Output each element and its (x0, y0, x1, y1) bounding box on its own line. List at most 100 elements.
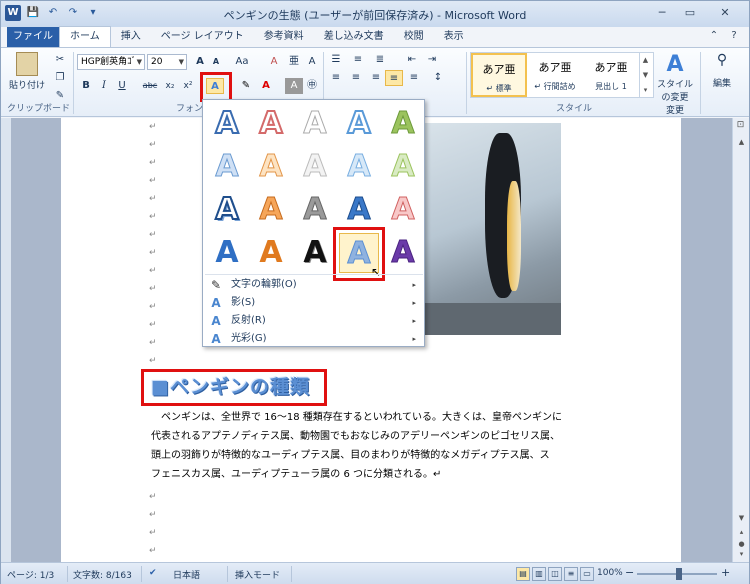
ruler-toggle-icon[interactable]: ⊡ (733, 120, 748, 134)
effect-solid-purple[interactable]: A (383, 233, 423, 273)
tab-file[interactable]: ファイル (7, 27, 59, 47)
menu-item-glow[interactable]: A 光彩(G) ▸ (203, 330, 424, 348)
effect-outline-red[interactable]: A (251, 104, 291, 144)
align-center-icon[interactable]: ≡ (347, 70, 365, 86)
align-left-icon[interactable]: ≡ (327, 70, 345, 86)
next-page-icon[interactable]: ▾ (735, 550, 748, 562)
font-name-combo[interactable]: HGP創英角ｺﾞ ▼ (77, 54, 145, 70)
subscript-button[interactable]: x₂ (161, 78, 179, 94)
superscript-button[interactable]: x² (179, 78, 197, 94)
highlight-color-icon[interactable]: ✎ (237, 78, 255, 94)
body-line: ペンギンは、全世界で 16～18 種類存在するといわれている。大きくは、皇帝ペン… (161, 412, 563, 423)
phonetic-guide-icon[interactable]: 亜 (285, 54, 303, 70)
scroll-down-icon[interactable]: ▼ (643, 71, 648, 79)
full-screen-reading-icon[interactable]: ▥ (532, 567, 546, 581)
status-language[interactable]: 日本語 (173, 568, 200, 581)
line-spacing-icon[interactable]: ↕ (429, 70, 447, 86)
print-layout-view-icon[interactable]: ▤ (516, 567, 530, 581)
collapse-ribbon-icon[interactable]: ⌃ (707, 29, 721, 43)
menu-item-shadow[interactable]: A 影(S) ▸ (203, 294, 424, 312)
multilevel-list-icon[interactable]: ≣ (371, 52, 389, 68)
minimize-button[interactable]: ─ (649, 4, 675, 22)
underline-button[interactable]: U (113, 78, 131, 94)
web-layout-icon[interactable]: ◫ (548, 567, 562, 581)
effect-light-orange[interactable]: A (251, 147, 291, 187)
effect-light-gray[interactable]: A (295, 147, 335, 187)
effect-light-green[interactable]: A (383, 147, 423, 187)
change-case-icon[interactable]: Aa (233, 54, 251, 70)
strikethrough-button[interactable]: abc (141, 78, 159, 94)
clear-formatting-icon[interactable]: A (265, 54, 283, 70)
status-page[interactable]: ページ: 1/3 (7, 568, 54, 581)
style-normal[interactable]: あア亜 ↵ 標準 (471, 53, 527, 97)
tab-view[interactable]: 表示 (434, 27, 474, 47)
close-button[interactable]: ✕ (705, 4, 745, 22)
penguin-image[interactable] (421, 123, 561, 335)
effect-solid-orange[interactable]: A (251, 233, 291, 273)
scroll-down-icon[interactable]: ▼ (735, 514, 748, 526)
enclose-characters-icon[interactable]: ㊥ (303, 78, 321, 94)
document-body[interactable]: ペンギンは、全世界で 16～18 種類存在するといわれている。大きくは、皇帝ペン… (151, 408, 591, 484)
effect-gradient-gray[interactable]: A (295, 190, 335, 230)
styles-gallery-scroll[interactable]: ▲ ▼ ▾ (639, 53, 651, 97)
character-border-icon[interactable]: A (303, 54, 321, 70)
paragraph-mark: ↵ (149, 140, 157, 150)
tab-insert[interactable]: 挿入 (111, 27, 151, 47)
cut-icon[interactable]: ✂ (51, 52, 69, 68)
effect-outline-gray[interactable]: A (295, 104, 335, 144)
effect-gradient-pink[interactable]: A (383, 190, 423, 230)
tab-page-layout[interactable]: ページ レイアウト (151, 27, 254, 47)
status-word-count[interactable]: 文字数: 8/163 (73, 568, 132, 581)
shrink-font-icon[interactable]: A (207, 54, 225, 70)
effect-solid-black[interactable]: A (295, 233, 335, 273)
effect-outline-blue[interactable]: A (207, 104, 247, 144)
effect-fill-green[interactable]: A (383, 104, 423, 144)
style-no-spacing[interactable]: あア亜 ↵ 行間詰め (527, 53, 583, 97)
bullets-icon[interactable]: ☰ (327, 52, 345, 68)
effect-solid-blue[interactable]: A (207, 233, 247, 273)
increase-indent-icon[interactable]: ⇥ (423, 52, 441, 68)
effect-outline-lightblue[interactable]: A (339, 104, 379, 144)
proofing-icon[interactable]: ✔ (149, 568, 157, 578)
align-right-icon[interactable]: ≡ (367, 70, 385, 86)
tab-review[interactable]: 校閲 (394, 27, 434, 47)
maximize-button[interactable]: ▭ (677, 4, 703, 22)
help-icon[interactable]: ? (727, 29, 741, 43)
editing-button[interactable]: ⚲ 編集 (704, 52, 740, 89)
tab-mailings[interactable]: 差し込み文書 (314, 27, 394, 47)
menu-item-reflection[interactable]: A 反射(R) ▸ (203, 312, 424, 330)
font-color-icon[interactable]: A (257, 78, 275, 94)
italic-button[interactable]: I (95, 78, 113, 94)
numbering-icon[interactable]: ≡ (349, 52, 367, 68)
draft-view-icon[interactable]: ▭ (580, 567, 594, 581)
distributed-icon[interactable]: ≡ (405, 70, 423, 86)
more-icon[interactable]: ▾ (644, 86, 648, 94)
previous-page-icon[interactable]: ▴ (735, 528, 748, 540)
vertical-scrollbar[interactable]: ⊡ ▲ ▼ ▴ ● ▾ (732, 118, 749, 562)
menu-item-outline[interactable]: ✎ 文字の輪郭(O) ▸ (203, 276, 424, 294)
paste-button[interactable]: 貼り付け (9, 52, 45, 92)
zoom-out-button[interactable]: − (625, 566, 634, 579)
scroll-up-icon[interactable]: ▲ (735, 138, 748, 150)
status-insert-mode[interactable]: 挿入モード (235, 568, 280, 581)
bold-button[interactable]: B (77, 78, 95, 94)
decrease-indent-icon[interactable]: ⇤ (403, 52, 421, 68)
change-styles-button[interactable]: A スタイルの変更 変更 (655, 52, 695, 116)
character-shading-icon[interactable]: A (285, 78, 303, 94)
effect-gradient-blue[interactable]: A (339, 190, 379, 230)
tab-home[interactable]: ホーム (59, 26, 111, 47)
scroll-up-icon[interactable]: ▲ (643, 56, 648, 64)
effect-light-blue[interactable]: A (207, 147, 247, 187)
style-heading-1[interactable]: あア亜 見出し 1 (583, 53, 639, 97)
outline-view-icon[interactable]: ≡ (564, 567, 578, 581)
effect-shadow-navy[interactable]: A (207, 190, 247, 230)
effect-light-sky[interactable]: A (339, 147, 379, 187)
font-size-combo[interactable]: 20 ▼ (147, 54, 187, 70)
zoom-slider-thumb[interactable] (676, 568, 682, 580)
zoom-level[interactable]: 100% (597, 568, 623, 578)
tab-references[interactable]: 参考資料 (254, 27, 314, 47)
copy-icon[interactable]: ❐ (51, 70, 69, 86)
justify-icon[interactable]: ≡ (385, 70, 403, 86)
zoom-in-button[interactable]: + (721, 566, 730, 579)
effect-gradient-orange[interactable]: A (251, 190, 291, 230)
